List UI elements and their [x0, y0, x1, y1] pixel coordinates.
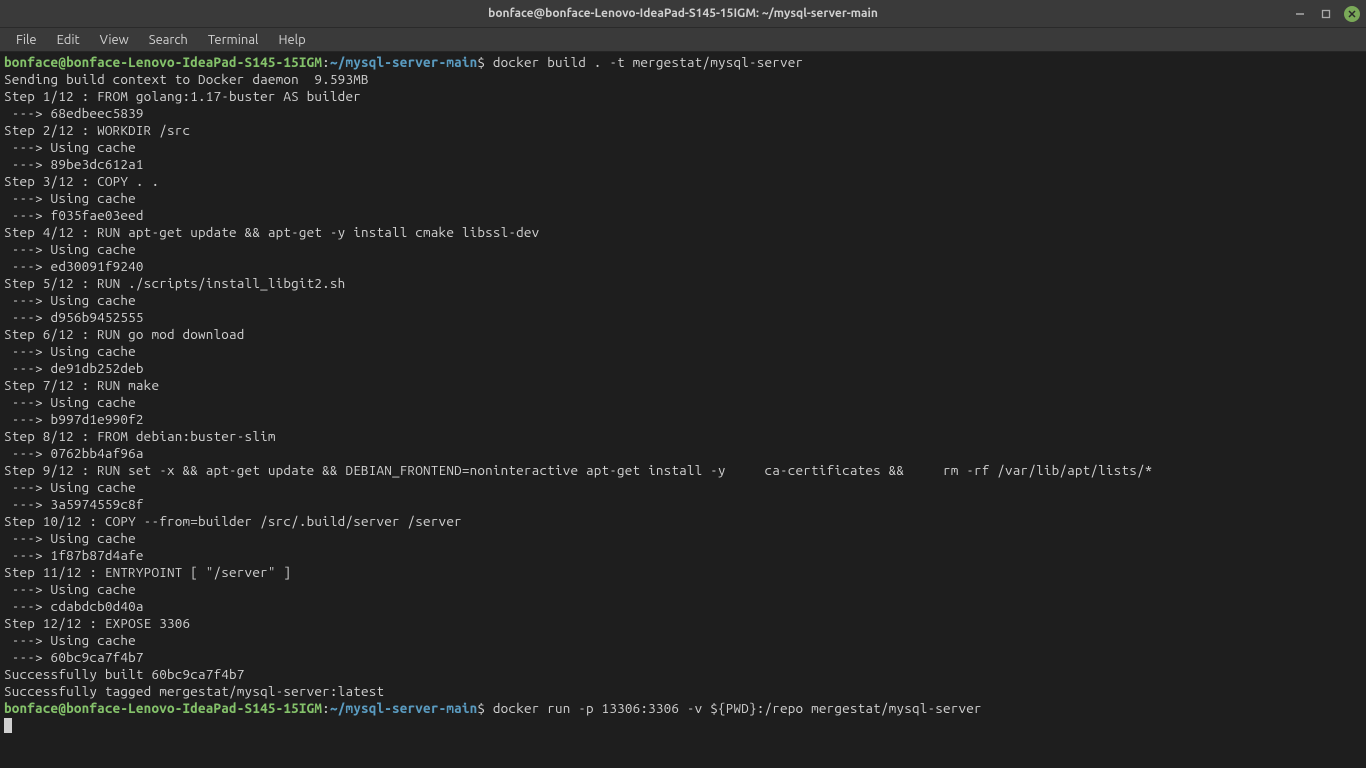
titlebar: bonface@bonface-Lenovo-IdeaPad-S145-15IG… [0, 0, 1366, 28]
output-line: ---> Using cache [4, 343, 1362, 360]
output-line: ---> 0762bb4af96a [4, 445, 1362, 462]
menu-help[interactable]: Help [268, 31, 315, 49]
minimize-button[interactable] [1292, 6, 1308, 22]
output-line: Step 11/12 : ENTRYPOINT [ "/server" ] [4, 564, 1362, 581]
output-line: Step 2/12 : WORKDIR /src [4, 122, 1362, 139]
cursor-line [4, 717, 1362, 734]
window-controls [1292, 6, 1360, 22]
output-line: Successfully built 60bc9ca7f4b7 [4, 666, 1362, 683]
menu-terminal[interactable]: Terminal [198, 31, 269, 49]
maximize-button[interactable] [1318, 6, 1334, 22]
terminal-output[interactable]: bonface@bonface-Lenovo-IdeaPad-S145-15IG… [0, 52, 1366, 768]
output-line: Step 6/12 : RUN go mod download [4, 326, 1362, 343]
output-line: ---> Using cache [4, 632, 1362, 649]
output-line: ---> ed30091f9240 [4, 258, 1362, 275]
menu-search[interactable]: Search [139, 31, 198, 49]
output-line: Step 8/12 : FROM debian:buster-slim [4, 428, 1362, 445]
window-title: bonface@bonface-Lenovo-IdeaPad-S145-15IG… [488, 7, 878, 20]
menu-edit[interactable]: Edit [47, 31, 90, 49]
close-button[interactable] [1344, 6, 1360, 22]
output-line: Step 3/12 : COPY . . [4, 173, 1362, 190]
output-line: Step 10/12 : COPY --from=builder /src/.b… [4, 513, 1362, 530]
output-line: ---> Using cache [4, 241, 1362, 258]
output-line: Successfully tagged mergestat/mysql-serv… [4, 683, 1362, 700]
prompt-line-1: bonface@bonface-Lenovo-IdeaPad-S145-15IG… [4, 54, 1362, 71]
output-line: Step 1/12 : FROM golang:1.17-buster AS b… [4, 88, 1362, 105]
cwd-path: ~/mysql-server-main [330, 54, 477, 70]
menu-view[interactable]: View [90, 31, 139, 49]
output-line: Step 7/12 : RUN make [4, 377, 1362, 394]
cwd-path: ~/mysql-server-main [330, 700, 477, 716]
output-line: ---> Using cache [4, 479, 1362, 496]
output-line: ---> de91db252deb [4, 360, 1362, 377]
output-line: ---> 60bc9ca7f4b7 [4, 649, 1362, 666]
output-line: ---> Using cache [4, 292, 1362, 309]
output-line: Sending build context to Docker daemon 9… [4, 71, 1362, 88]
output-line: ---> b997d1e990f2 [4, 411, 1362, 428]
output-line: ---> Using cache [4, 139, 1362, 156]
output-line: ---> d956b9452555 [4, 309, 1362, 326]
command-1: docker build . -t mergestat/mysql-server [485, 54, 803, 70]
output-line: ---> 3a5974559c8f [4, 496, 1362, 513]
menu-file[interactable]: File [6, 31, 47, 49]
command-2: docker run -p 13306:3306 -v ${PWD}:/repo… [485, 700, 982, 716]
output-line: Step 4/12 : RUN apt-get update && apt-ge… [4, 224, 1362, 241]
output-line: ---> f035fae03eed [4, 207, 1362, 224]
cursor-icon [4, 718, 12, 733]
prompt-line-2: bonface@bonface-Lenovo-IdeaPad-S145-15IG… [4, 700, 1362, 717]
output-line: ---> 68edbeec5839 [4, 105, 1362, 122]
output-line: Step 9/12 : RUN set -x && apt-get update… [4, 462, 1362, 479]
output-line: Step 12/12 : EXPOSE 3306 [4, 615, 1362, 632]
output-line: ---> cdabdcb0d40a [4, 598, 1362, 615]
output-line: ---> Using cache [4, 190, 1362, 207]
menubar: File Edit View Search Terminal Help [0, 28, 1366, 52]
output-line: ---> Using cache [4, 581, 1362, 598]
output-line: ---> Using cache [4, 530, 1362, 547]
output-line: ---> 1f87b87d4afe [4, 547, 1362, 564]
user-host: bonface@bonface-Lenovo-IdeaPad-S145-15IG… [4, 54, 322, 70]
output-line: ---> 89be3dc612a1 [4, 156, 1362, 173]
user-host: bonface@bonface-Lenovo-IdeaPad-S145-15IG… [4, 700, 322, 716]
output-line: Step 5/12 : RUN ./scripts/install_libgit… [4, 275, 1362, 292]
output-line: ---> Using cache [4, 394, 1362, 411]
